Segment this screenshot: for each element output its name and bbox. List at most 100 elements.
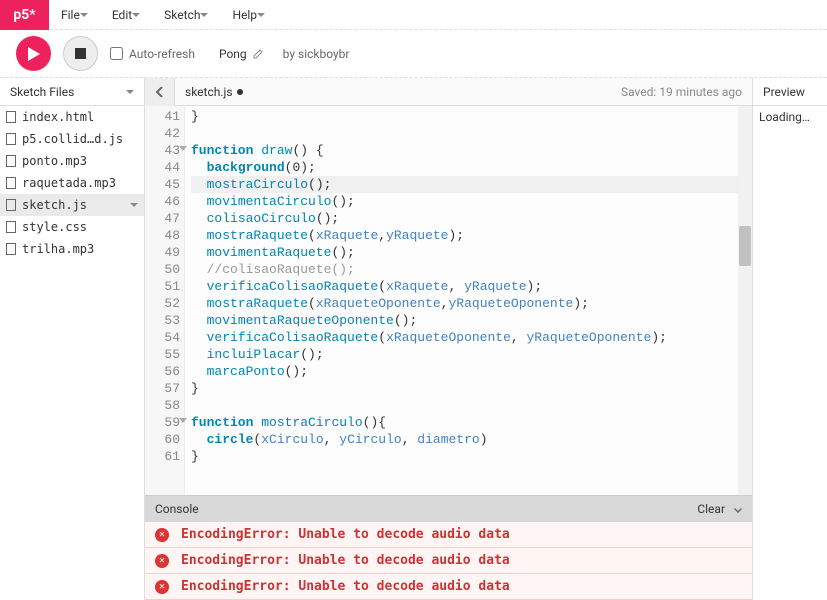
error-icon: ✕ [155, 554, 169, 568]
code-line[interactable]: background(0); [191, 159, 752, 176]
chevron-left-icon [156, 87, 164, 97]
code-line[interactable]: function mostraCirculo(){ [191, 414, 752, 431]
code-editor[interactable]: 4142434445464748495051525354555657585960… [145, 106, 752, 495]
file-name: style.css [22, 220, 87, 234]
menu-label: File [61, 8, 80, 22]
console-clear-button[interactable]: Clear [697, 502, 725, 516]
file-name: p5.collid…d.js [22, 132, 123, 146]
menu-label: Sketch [164, 8, 200, 22]
main-area: Sketch Files index.html p5.collid…d.js pon… [0, 78, 827, 600]
code-line[interactable]: colisaoCirculo(); [191, 210, 752, 227]
file-item[interactable]: raquetada.mp3 [0, 172, 144, 194]
code-line[interactable]: movimentaCirculo(); [191, 193, 752, 210]
author-prefix: by [283, 47, 295, 61]
menu-edit[interactable]: Edit [100, 0, 152, 30]
file-item[interactable]: ponto.mp3 [0, 150, 144, 172]
fold-triangle-icon[interactable] [179, 146, 187, 151]
line-number: 57 [145, 380, 180, 397]
code-line[interactable]: movimentaRaqueteOponente(); [191, 312, 752, 329]
play-icon [28, 47, 40, 61]
line-number: 50 [145, 261, 180, 278]
code-line[interactable]: circle(xCirculo, yCirculo, diametro) [191, 431, 752, 448]
menu-file[interactable]: File [49, 0, 100, 30]
code-line[interactable]: movimentaRaquete(); [191, 244, 752, 261]
console-header: Console Clear [145, 496, 752, 522]
caret-down-icon[interactable] [130, 203, 138, 207]
line-number: 53 [145, 312, 180, 329]
code-line[interactable]: marcaPonto(); [191, 363, 752, 380]
auto-refresh-toggle[interactable]: Auto-refresh [110, 47, 195, 61]
saved-status: Saved: 19 minutes ago [621, 85, 752, 99]
caret-down-icon [126, 90, 134, 94]
code-line[interactable]: //colisaoRaquete(); [191, 261, 752, 278]
author: by sickboybr [283, 47, 350, 61]
tab-filename: sketch.js [185, 85, 233, 99]
file-icon [6, 155, 16, 167]
code-line[interactable]: } [191, 448, 752, 465]
vertical-scrollbar[interactable] [738, 106, 752, 495]
fold-triangle-icon[interactable] [179, 418, 187, 423]
code-body[interactable]: } function draw() { background(0); mostr… [185, 106, 752, 495]
code-line[interactable]: } [191, 380, 752, 397]
error-text: EncodingError: Unable to decode audio da… [181, 579, 510, 594]
code-line[interactable]: function draw() { [191, 142, 752, 159]
line-number: 60 [145, 431, 180, 448]
p5-logo[interactable]: p5* [0, 0, 49, 30]
code-line[interactable]: mostraCirculo(); [191, 176, 752, 193]
file-icon [6, 133, 16, 145]
line-number: 56 [145, 363, 180, 380]
line-number: 47 [145, 210, 180, 227]
code-line[interactable]: } [191, 108, 752, 125]
auto-refresh-checkbox[interactable] [110, 47, 123, 60]
file-list: index.html p5.collid…d.js ponto.mp3 raqueta… [0, 106, 144, 260]
menu-help[interactable]: Help [220, 0, 277, 30]
console-panel: Console Clear ✕ EncodingError: Unable to … [145, 495, 752, 600]
file-icon [6, 199, 16, 211]
line-number: 54 [145, 329, 180, 346]
file-icon [6, 111, 16, 123]
stop-icon [75, 48, 86, 59]
sidebar-header[interactable]: Sketch Files [0, 78, 144, 106]
file-name: index.html [22, 110, 94, 124]
code-line[interactable]: mostraRaquete(xRaqueteOponente,yRaqueteO… [191, 295, 752, 312]
error-text: EncodingError: Unable to decode audio da… [181, 527, 510, 542]
code-line[interactable] [191, 125, 752, 142]
preview-header: Preview [753, 78, 827, 106]
line-number: 61 [145, 448, 180, 465]
line-number: 52 [145, 295, 180, 312]
code-line[interactable]: mostraRaquete(xRaquete,yRaquete); [191, 227, 752, 244]
console-row: ✕ EncodingError: Unable to decode audio d… [145, 574, 752, 600]
code-line[interactable]: verificaColisaoRaquete(xRaqueteOponente,… [191, 329, 752, 346]
line-number: 43 [145, 142, 180, 159]
file-item[interactable]: sketch.js [0, 194, 144, 216]
top-menubar: p5* File Edit Sketch Help [0, 0, 827, 30]
menu-label: Help [232, 8, 257, 22]
error-icon: ✕ [155, 528, 169, 542]
editor-column: sketch.js Saved: 19 minutes ago 41424344… [145, 78, 752, 600]
play-button[interactable] [16, 36, 51, 71]
file-name: ponto.mp3 [22, 154, 87, 168]
line-number: 55 [145, 346, 180, 363]
scrollbar-thumb[interactable] [739, 226, 751, 266]
file-item[interactable]: p5.collid…d.js [0, 128, 144, 150]
line-number: 49 [145, 244, 180, 261]
stop-button[interactable] [63, 36, 98, 71]
preview-column: Preview Loading… [752, 78, 827, 600]
line-number: 58 [145, 397, 180, 414]
menu-sketch[interactable]: Sketch [152, 0, 220, 30]
code-line[interactable]: incluiPlacar(); [191, 346, 752, 363]
line-number: 59 [145, 414, 180, 431]
chevron-down-icon[interactable] [734, 505, 742, 513]
preview-body: Loading… [753, 106, 827, 128]
file-icon [6, 221, 16, 233]
file-icon [6, 243, 16, 255]
code-line[interactable]: verificaColisaoRaquete(xRaquete, yRaquet… [191, 278, 752, 295]
code-line[interactable] [191, 397, 752, 414]
file-item[interactable]: style.css [0, 216, 144, 238]
collapse-sidebar-button[interactable] [145, 78, 175, 106]
file-item[interactable]: trilha.mp3 [0, 238, 144, 260]
editor-tab[interactable]: sketch.js [175, 85, 253, 99]
file-item[interactable]: index.html [0, 106, 144, 128]
error-icon: ✕ [155, 580, 169, 594]
sketch-name[interactable]: Pong [219, 47, 263, 61]
